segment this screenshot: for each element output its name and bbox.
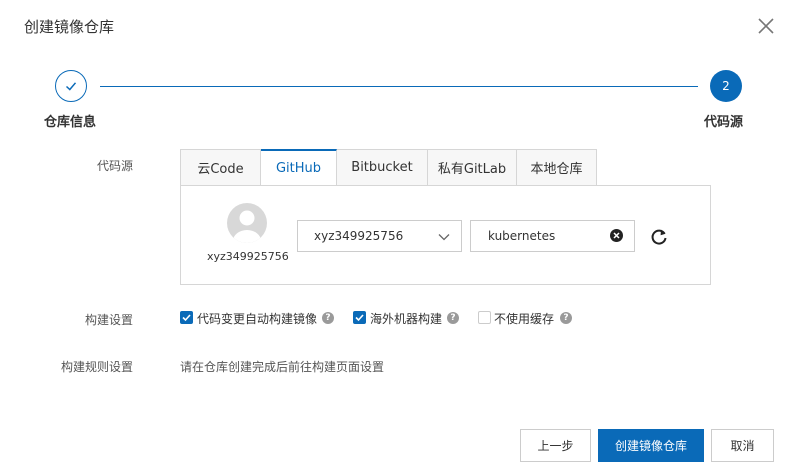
tab-local-repo[interactable]: 本地仓库 bbox=[517, 149, 597, 186]
clear-icon[interactable] bbox=[610, 229, 623, 242]
refresh-icon[interactable] bbox=[649, 227, 669, 247]
tab-github[interactable]: GitHub bbox=[261, 149, 337, 186]
step-2-indicator: 2 bbox=[710, 70, 742, 102]
stepper-line bbox=[100, 86, 698, 87]
check-icon bbox=[65, 82, 77, 91]
auto-build-checkbox[interactable] bbox=[180, 311, 193, 324]
prev-step-button[interactable]: 上一步 bbox=[520, 429, 591, 462]
account-name: xyz349925756 bbox=[207, 250, 289, 263]
build-rules-hint: 请在仓库创建完成后前往构建页面设置 bbox=[180, 360, 385, 374]
overseas-build-checkbox[interactable] bbox=[353, 311, 366, 324]
dialog-title: 创建镜像仓库 bbox=[24, 18, 115, 36]
no-cache-label: 不使用缓存 bbox=[494, 312, 555, 326]
no-cache-checkbox[interactable] bbox=[478, 311, 491, 324]
create-repo-button[interactable]: 创建镜像仓库 bbox=[598, 429, 704, 462]
avatar bbox=[227, 203, 267, 243]
overseas-build-label: 海外机器构建 bbox=[370, 312, 443, 326]
help-icon[interactable]: ? bbox=[560, 312, 572, 324]
close-icon[interactable] bbox=[754, 14, 778, 38]
source-tabs: 云Code GitHub Bitbucket 私有GitLab 本地仓库 bbox=[180, 149, 597, 186]
tab-bitbucket[interactable]: Bitbucket bbox=[337, 149, 428, 186]
namespace-select[interactable]: xyz349925756 bbox=[297, 220, 462, 252]
help-icon[interactable]: ? bbox=[447, 312, 459, 324]
tab-yuncode[interactable]: 云Code bbox=[180, 149, 261, 186]
namespace-select-value: xyz349925756 bbox=[314, 229, 404, 243]
build-settings-label: 构建设置 bbox=[84, 313, 133, 327]
build-rules-label: 构建规则设置 bbox=[60, 360, 133, 374]
auto-build-label: 代码变更自动构建镜像 bbox=[197, 312, 318, 326]
tab-private-gitlab[interactable]: 私有GitLab bbox=[428, 149, 517, 186]
cancel-button[interactable]: 取消 bbox=[711, 429, 774, 462]
close-button[interactable] bbox=[754, 14, 778, 38]
step-1-label: 仓库信息 bbox=[44, 115, 97, 130]
chevron-down-icon bbox=[438, 234, 450, 241]
help-icon[interactable]: ? bbox=[322, 312, 334, 324]
step-1-indicator bbox=[55, 70, 87, 102]
step-2-label: 代码源 bbox=[704, 115, 744, 130]
user-icon bbox=[233, 210, 261, 243]
code-source-label: 代码源 bbox=[96, 159, 133, 173]
repo-input-value: kubernetes bbox=[488, 229, 556, 243]
